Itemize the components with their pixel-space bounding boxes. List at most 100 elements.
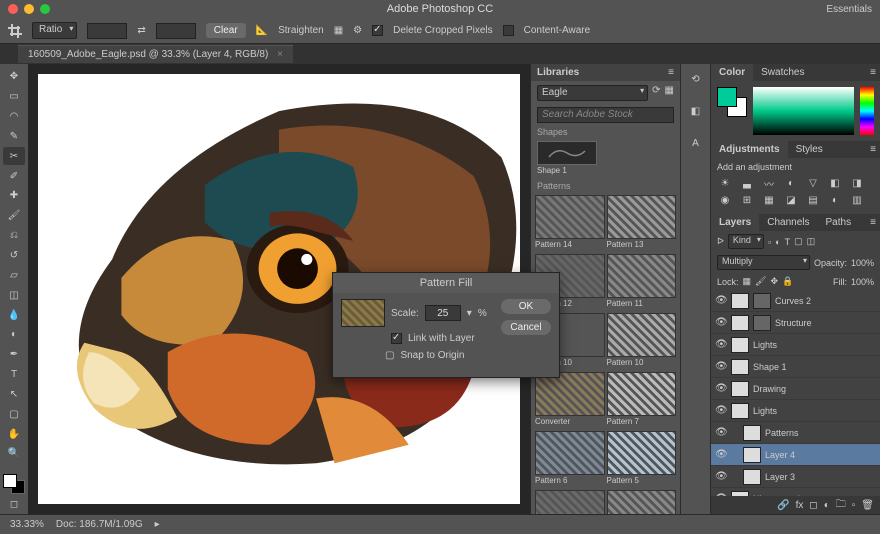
visibility-toggle-icon[interactable]: 👁: [715, 427, 727, 438]
delete-cropped-checkbox[interactable]: [372, 25, 383, 36]
layer-row[interactable]: 👁Patterns: [711, 422, 880, 444]
stamp-tool-icon[interactable]: ⎌: [3, 227, 25, 245]
exposure-adj-icon[interactable]: ◐: [783, 176, 799, 190]
move-tool-icon[interactable]: ✥: [3, 68, 25, 86]
pattern-item[interactable]: Pattern 5: [607, 431, 677, 488]
tab-swatches[interactable]: Swatches: [753, 64, 812, 81]
link-with-layer-checkbox[interactable]: [391, 333, 402, 344]
gear-icon[interactable]: ⚙: [353, 25, 362, 36]
status-flyout-icon[interactable]: ▸: [155, 519, 160, 530]
filter-adj-icon[interactable]: ◐: [775, 237, 780, 247]
ok-button[interactable]: OK: [501, 299, 551, 314]
visibility-toggle-icon[interactable]: 👁: [715, 295, 727, 306]
layer-row[interactable]: 👁Curves 2: [711, 290, 880, 312]
clear-button[interactable]: Clear: [206, 23, 246, 38]
invert-adj-icon[interactable]: ◪: [783, 193, 799, 207]
opacity-value[interactable]: 100%: [851, 258, 874, 268]
filter-shape-icon[interactable]: ▢: [794, 236, 803, 247]
gradient-map-adj-icon[interactable]: ▥: [849, 193, 865, 207]
lock-position-icon[interactable]: ✥: [770, 276, 778, 287]
layer-row[interactable]: 👁Lights: [711, 400, 880, 422]
minimize-window-icon[interactable]: [24, 4, 34, 14]
delete-layer-icon[interactable]: 🗑: [861, 500, 874, 511]
new-fill-adj-icon[interactable]: ◐: [824, 500, 830, 511]
pen-tool-icon[interactable]: ✒: [3, 346, 25, 364]
zoom-tool-icon[interactable]: 🔍: [3, 445, 25, 463]
panel-menu-icon[interactable]: ≡: [866, 214, 880, 231]
history-panel-icon[interactable]: ⟲: [687, 70, 705, 88]
tab-adjustments[interactable]: Adjustments: [711, 141, 788, 158]
content-aware-checkbox[interactable]: [503, 25, 514, 36]
pattern-item[interactable]: Pattern 3: [607, 490, 677, 514]
cancel-button[interactable]: Cancel: [501, 320, 551, 335]
vibrance-adj-icon[interactable]: ▽: [805, 176, 821, 190]
swap-icon[interactable]: ⇄: [137, 25, 145, 36]
curves-adj-icon[interactable]: 〰: [761, 176, 777, 190]
close-tab-icon[interactable]: ×: [277, 49, 283, 60]
color-lookup-adj-icon[interactable]: ▦: [761, 193, 777, 207]
photo-filter-adj-icon[interactable]: ◉: [717, 193, 733, 207]
pattern-item[interactable]: Pattern 10: [607, 313, 677, 370]
eraser-tool-icon[interactable]: ▱: [3, 266, 25, 284]
visibility-toggle-icon[interactable]: 👁: [715, 449, 727, 460]
path-select-tool-icon[interactable]: ↖: [3, 386, 25, 404]
lasso-tool-icon[interactable]: ◠: [3, 108, 25, 126]
close-window-icon[interactable]: [8, 4, 18, 14]
panel-menu-icon[interactable]: ≡: [866, 64, 880, 81]
posterize-adj-icon[interactable]: ▤: [805, 193, 821, 207]
layer-mask-icon[interactable]: ◻: [809, 500, 817, 511]
levels-adj-icon[interactable]: ▃: [739, 176, 755, 190]
pattern-thumbnail[interactable]: [341, 299, 385, 327]
character-panel-icon[interactable]: A: [687, 134, 705, 152]
brush-tool-icon[interactable]: 🖌: [3, 207, 25, 225]
zoom-level[interactable]: 33.33%: [10, 519, 44, 530]
blur-tool-icon[interactable]: 💧: [3, 306, 25, 324]
filter-type-icon[interactable]: T: [785, 237, 791, 247]
properties-panel-icon[interactable]: ◧: [687, 102, 705, 120]
crop-preset-select[interactable]: Ratio: [32, 22, 77, 39]
quick-select-tool-icon[interactable]: ✎: [3, 128, 25, 146]
visibility-toggle-icon[interactable]: 👁: [715, 383, 727, 394]
layer-row[interactable]: 👁Shape 1: [711, 356, 880, 378]
tab-channels[interactable]: Channels: [759, 214, 817, 231]
lock-transparent-icon[interactable]: ▦: [743, 276, 752, 287]
layer-row[interactable]: 👁Lights: [711, 334, 880, 356]
brush-heal-tool-icon[interactable]: ✚: [3, 187, 25, 205]
scale-stepper-icon[interactable]: ▾: [467, 308, 472, 319]
crop-height-input[interactable]: [156, 23, 196, 39]
zoom-window-icon[interactable]: [40, 4, 50, 14]
straighten-label[interactable]: Straighten: [278, 25, 324, 36]
shape-thumbnail[interactable]: [537, 141, 597, 165]
tab-layers[interactable]: Layers: [711, 214, 759, 231]
tab-paths[interactable]: Paths: [818, 214, 860, 231]
pattern-item[interactable]: Pattern 7: [607, 372, 677, 429]
channel-mixer-adj-icon[interactable]: ⊞: [739, 193, 755, 207]
visibility-toggle-icon[interactable]: 👁: [715, 317, 727, 328]
type-tool-icon[interactable]: T: [3, 366, 25, 384]
library-sync-icon[interactable]: ⟳: [652, 85, 660, 101]
color-picker[interactable]: [711, 81, 880, 141]
pattern-item[interactable]: Pattern 6: [535, 431, 605, 488]
eyedropper-tool-icon[interactable]: ✐: [3, 167, 25, 185]
hand-tool-icon[interactable]: ✋: [3, 425, 25, 443]
library-select[interactable]: Eagle: [537, 85, 648, 101]
visibility-toggle-icon[interactable]: 👁: [715, 339, 727, 350]
brightness-adj-icon[interactable]: ☀: [717, 176, 733, 190]
scale-input[interactable]: [425, 305, 461, 321]
libraries-tab[interactable]: Libraries: [537, 67, 579, 78]
bw-adj-icon[interactable]: ◨: [849, 176, 865, 190]
tab-color[interactable]: Color: [711, 64, 753, 81]
library-search-input[interactable]: Search Adobe Stock: [537, 107, 674, 123]
pattern-item[interactable]: Pattern 4: [535, 490, 605, 514]
quick-mask-icon[interactable]: ◻: [3, 496, 25, 514]
crop-width-input[interactable]: [87, 23, 127, 39]
filter-smart-icon[interactable]: ◫: [807, 236, 816, 247]
hue-adj-icon[interactable]: ◧: [827, 176, 843, 190]
visibility-toggle-icon[interactable]: 👁: [715, 471, 727, 482]
pattern-item[interactable]: Pattern 13: [607, 195, 677, 252]
blend-mode-select[interactable]: Multiply: [717, 255, 810, 270]
workspace-switcher[interactable]: Essentials: [826, 4, 872, 15]
snap-origin-icon[interactable]: ▢: [385, 350, 394, 361]
visibility-toggle-icon[interactable]: 👁: [715, 361, 727, 372]
lock-pixels-icon[interactable]: 🖌: [755, 276, 766, 287]
